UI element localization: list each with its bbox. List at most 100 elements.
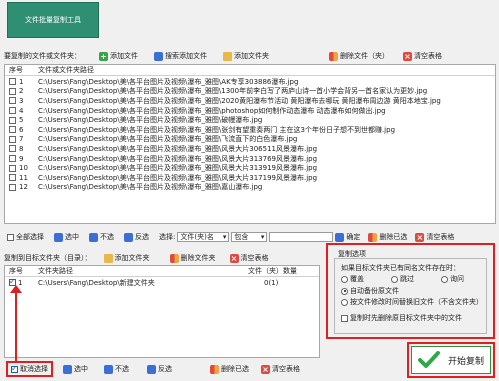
clear-table-button-3[interactable]: × 清空表格 — [261, 364, 300, 374]
delete-selected-label: 删除已选 — [379, 233, 408, 241]
confirm-button[interactable]: 确定 — [335, 232, 360, 242]
invert-label: 反选 — [135, 233, 149, 241]
target-label: 复制到目标文件夹（目录）： — [4, 254, 92, 262]
start-copy-button[interactable]: 开始复制 — [411, 346, 491, 374]
table-row[interactable]: 1 C:\Users\Fang\Desktop\美\各平台图片及视频\瀑布_雅图\… — [5, 77, 495, 87]
app-title-label: 文件批量复制工具 — [25, 16, 81, 24]
file-table[interactable]: 序号 文件或文件夹路径 1 C:\Users\Fang\Desktop\美\各平台… — [4, 64, 496, 224]
row-checkbox[interactable] — [9, 174, 16, 182]
table-row[interactable]: 10 C:\Users\Fang\Desktop\美\各平台图片及视频\瀑布_雅图… — [5, 163, 495, 173]
row-num-cell: 7 — [5, 135, 38, 143]
unselect-button[interactable]: 不选 — [89, 232, 114, 242]
chevron-down-icon: ▾ — [222, 233, 227, 241]
table-row[interactable]: 8 C:\Users\Fang\Desktop\美\各平台图片及视频\瀑布_雅图\… — [5, 144, 495, 154]
overwrite-radio[interactable]: 覆盖 — [341, 274, 364, 284]
radio[interactable] — [341, 298, 348, 306]
row-checkbox[interactable] — [9, 116, 16, 124]
row-num-cell: 9 — [5, 155, 38, 163]
col-count: 文件（夹）数量 — [248, 267, 297, 275]
search-add-file-button[interactable]: 搜索添加文件 — [154, 51, 207, 61]
table-row[interactable]: 5 C:\Users\Fang\Desktop\美\各平台图片及视频\瀑布_雅图\… — [5, 115, 495, 125]
row-num-cell: 10 — [5, 164, 38, 172]
row-checkbox[interactable] — [9, 97, 16, 105]
col-num: 序号 — [9, 66, 23, 74]
row-checkbox[interactable] — [9, 107, 16, 115]
invert-icon — [124, 232, 133, 242]
radio[interactable] — [391, 275, 398, 283]
add-file-button[interactable]: + 添加文件 — [99, 51, 138, 61]
table-row[interactable]: 4 C:\Users\Fang\Desktop\美\各平台图片及视频\瀑布_雅图\… — [5, 106, 495, 116]
select-button-2[interactable]: 选中 — [63, 364, 88, 374]
invert-button[interactable]: 反选 — [124, 232, 149, 242]
row-checkbox[interactable] — [9, 87, 16, 95]
contains-value: 包含 — [234, 233, 249, 241]
table-row[interactable]: 9 C:\Users\Fang\Desktop\美\各平台图片及视频\瀑布_雅图\… — [5, 154, 495, 164]
row-checkbox[interactable] — [9, 126, 16, 134]
checkbox[interactable] — [341, 314, 348, 322]
table-row[interactable]: 1 C:\Users\Fang\Desktop\新建文件夹 0(1) — [5, 277, 319, 288]
checkbox[interactable] — [7, 233, 14, 241]
row-num-cell: 11 — [5, 174, 38, 182]
add-folder-button[interactable]: 添加文件夹 — [223, 51, 269, 61]
delete-selected-button-2[interactable]: 删除已选 — [210, 364, 249, 374]
app-title-button[interactable]: 文件批量复制工具 — [7, 2, 99, 38]
delete-selected-label: 删除已选 — [221, 365, 249, 373]
radio[interactable] — [341, 287, 348, 295]
skip-label: 跳过 — [400, 275, 414, 283]
checkbox[interactable] — [11, 364, 18, 373]
row-num: 10 — [19, 164, 28, 173]
ask-radio[interactable]: 询问 — [441, 274, 464, 284]
select-label: 选中 — [65, 233, 79, 241]
row-checkbox[interactable] — [9, 145, 16, 153]
delete-selected-button[interactable]: 删除已选 — [368, 232, 407, 242]
choose-select[interactable]: 文件(夹)名 ▾ — [177, 232, 230, 242]
row-path: C:\Users\Fang\Desktop\美\各平台图片及视频\瀑布_雅图\嘉… — [38, 183, 263, 192]
start-copy-label: 开始复制 — [447, 356, 484, 367]
rename-by-time-radio[interactable]: 按文件修改时间替换旧文件（不含文件夹） — [341, 297, 483, 307]
table-row[interactable]: 7 C:\Users\Fang\Desktop\美\各平台图片及视频\瀑布_雅图\… — [5, 135, 495, 145]
annotation-arrow — [10, 285, 22, 363]
row-checkbox[interactable] — [9, 183, 16, 191]
add-target-folder-button[interactable]: 添加文件夹 — [103, 253, 150, 263]
clear-target-table-button[interactable]: × 清空表格 — [229, 253, 269, 263]
select-button[interactable]: 选中 — [54, 232, 79, 242]
check-icon — [335, 232, 345, 242]
skip-radio[interactable]: 跳过 — [391, 274, 414, 284]
select-icon — [54, 232, 63, 242]
invert-button-2[interactable]: 反选 — [147, 364, 172, 374]
folder-icon — [223, 51, 232, 61]
clear-table-button[interactable]: × 清空表格 — [403, 51, 442, 61]
radio[interactable] — [441, 275, 448, 283]
table-row[interactable]: 11 C:\Users\Fang\Desktop\美\各平台图片及视频\瀑布_雅图… — [5, 173, 495, 183]
filter-input[interactable] — [269, 232, 334, 242]
row-num: 4 — [19, 106, 24, 115]
table-row[interactable]: 6 C:\Users\Fang\Desktop\美\各平台图片及视频\瀑布_雅图\… — [5, 125, 495, 135]
table-row[interactable]: 2 C:\Users\Fang\Desktop\美\各平台图片及视频\瀑布_雅图\… — [5, 87, 495, 97]
auto-rename-radio[interactable]: 自动备份原文件 — [341, 286, 399, 296]
radio[interactable] — [341, 275, 348, 283]
file-table-header: 序号 文件或文件夹路径 — [5, 65, 495, 76]
row-checkbox[interactable] — [9, 164, 16, 172]
delete-file-button[interactable]: 删除文件（夹） — [329, 51, 389, 61]
add-folder-label: 添加文件夹 — [234, 52, 269, 60]
clear-target-checkbox[interactable]: 复制时先删除原目标文件夹中的文件 — [341, 313, 462, 323]
unselect-button-2[interactable]: 不选 — [104, 364, 129, 374]
delete-icon — [329, 51, 338, 61]
row-checkbox[interactable] — [9, 155, 16, 163]
contains-select[interactable]: 包含 ▾ — [231, 232, 268, 242]
row-num: 2 — [19, 87, 24, 96]
row-checkbox[interactable] — [9, 135, 16, 143]
select-label: 选中 — [74, 365, 88, 373]
unselect-icon — [104, 364, 113, 374]
delete-folder-button[interactable]: 删除文件夹 — [169, 253, 216, 263]
rename-by-time-label: 按文件修改时间替换旧文件（不含文件夹） — [350, 298, 483, 306]
table-row[interactable]: 3 C:\Users\Fang\Desktop\美\各平台图片及视频\瀑布_雅图\… — [5, 96, 495, 106]
close-icon: × — [229, 253, 239, 263]
clear-table-button-2[interactable]: × 清空表格 — [415, 232, 454, 242]
select-all-checkbox[interactable]: 全部选择 — [7, 232, 44, 242]
target-table[interactable]: 序号 文件夹路径 文件（夹）数量 1 C:\Users\Fang\Desktop… — [4, 265, 320, 358]
row-checkbox[interactable] — [9, 78, 16, 86]
row-num-cell: 8 — [5, 145, 38, 153]
cancel-select-checkbox[interactable]: 取消选择 — [6, 361, 53, 377]
table-row[interactable]: 12 C:\Users\Fang\Desktop\美\各平台图片及视频\瀑布_雅图… — [5, 183, 495, 193]
